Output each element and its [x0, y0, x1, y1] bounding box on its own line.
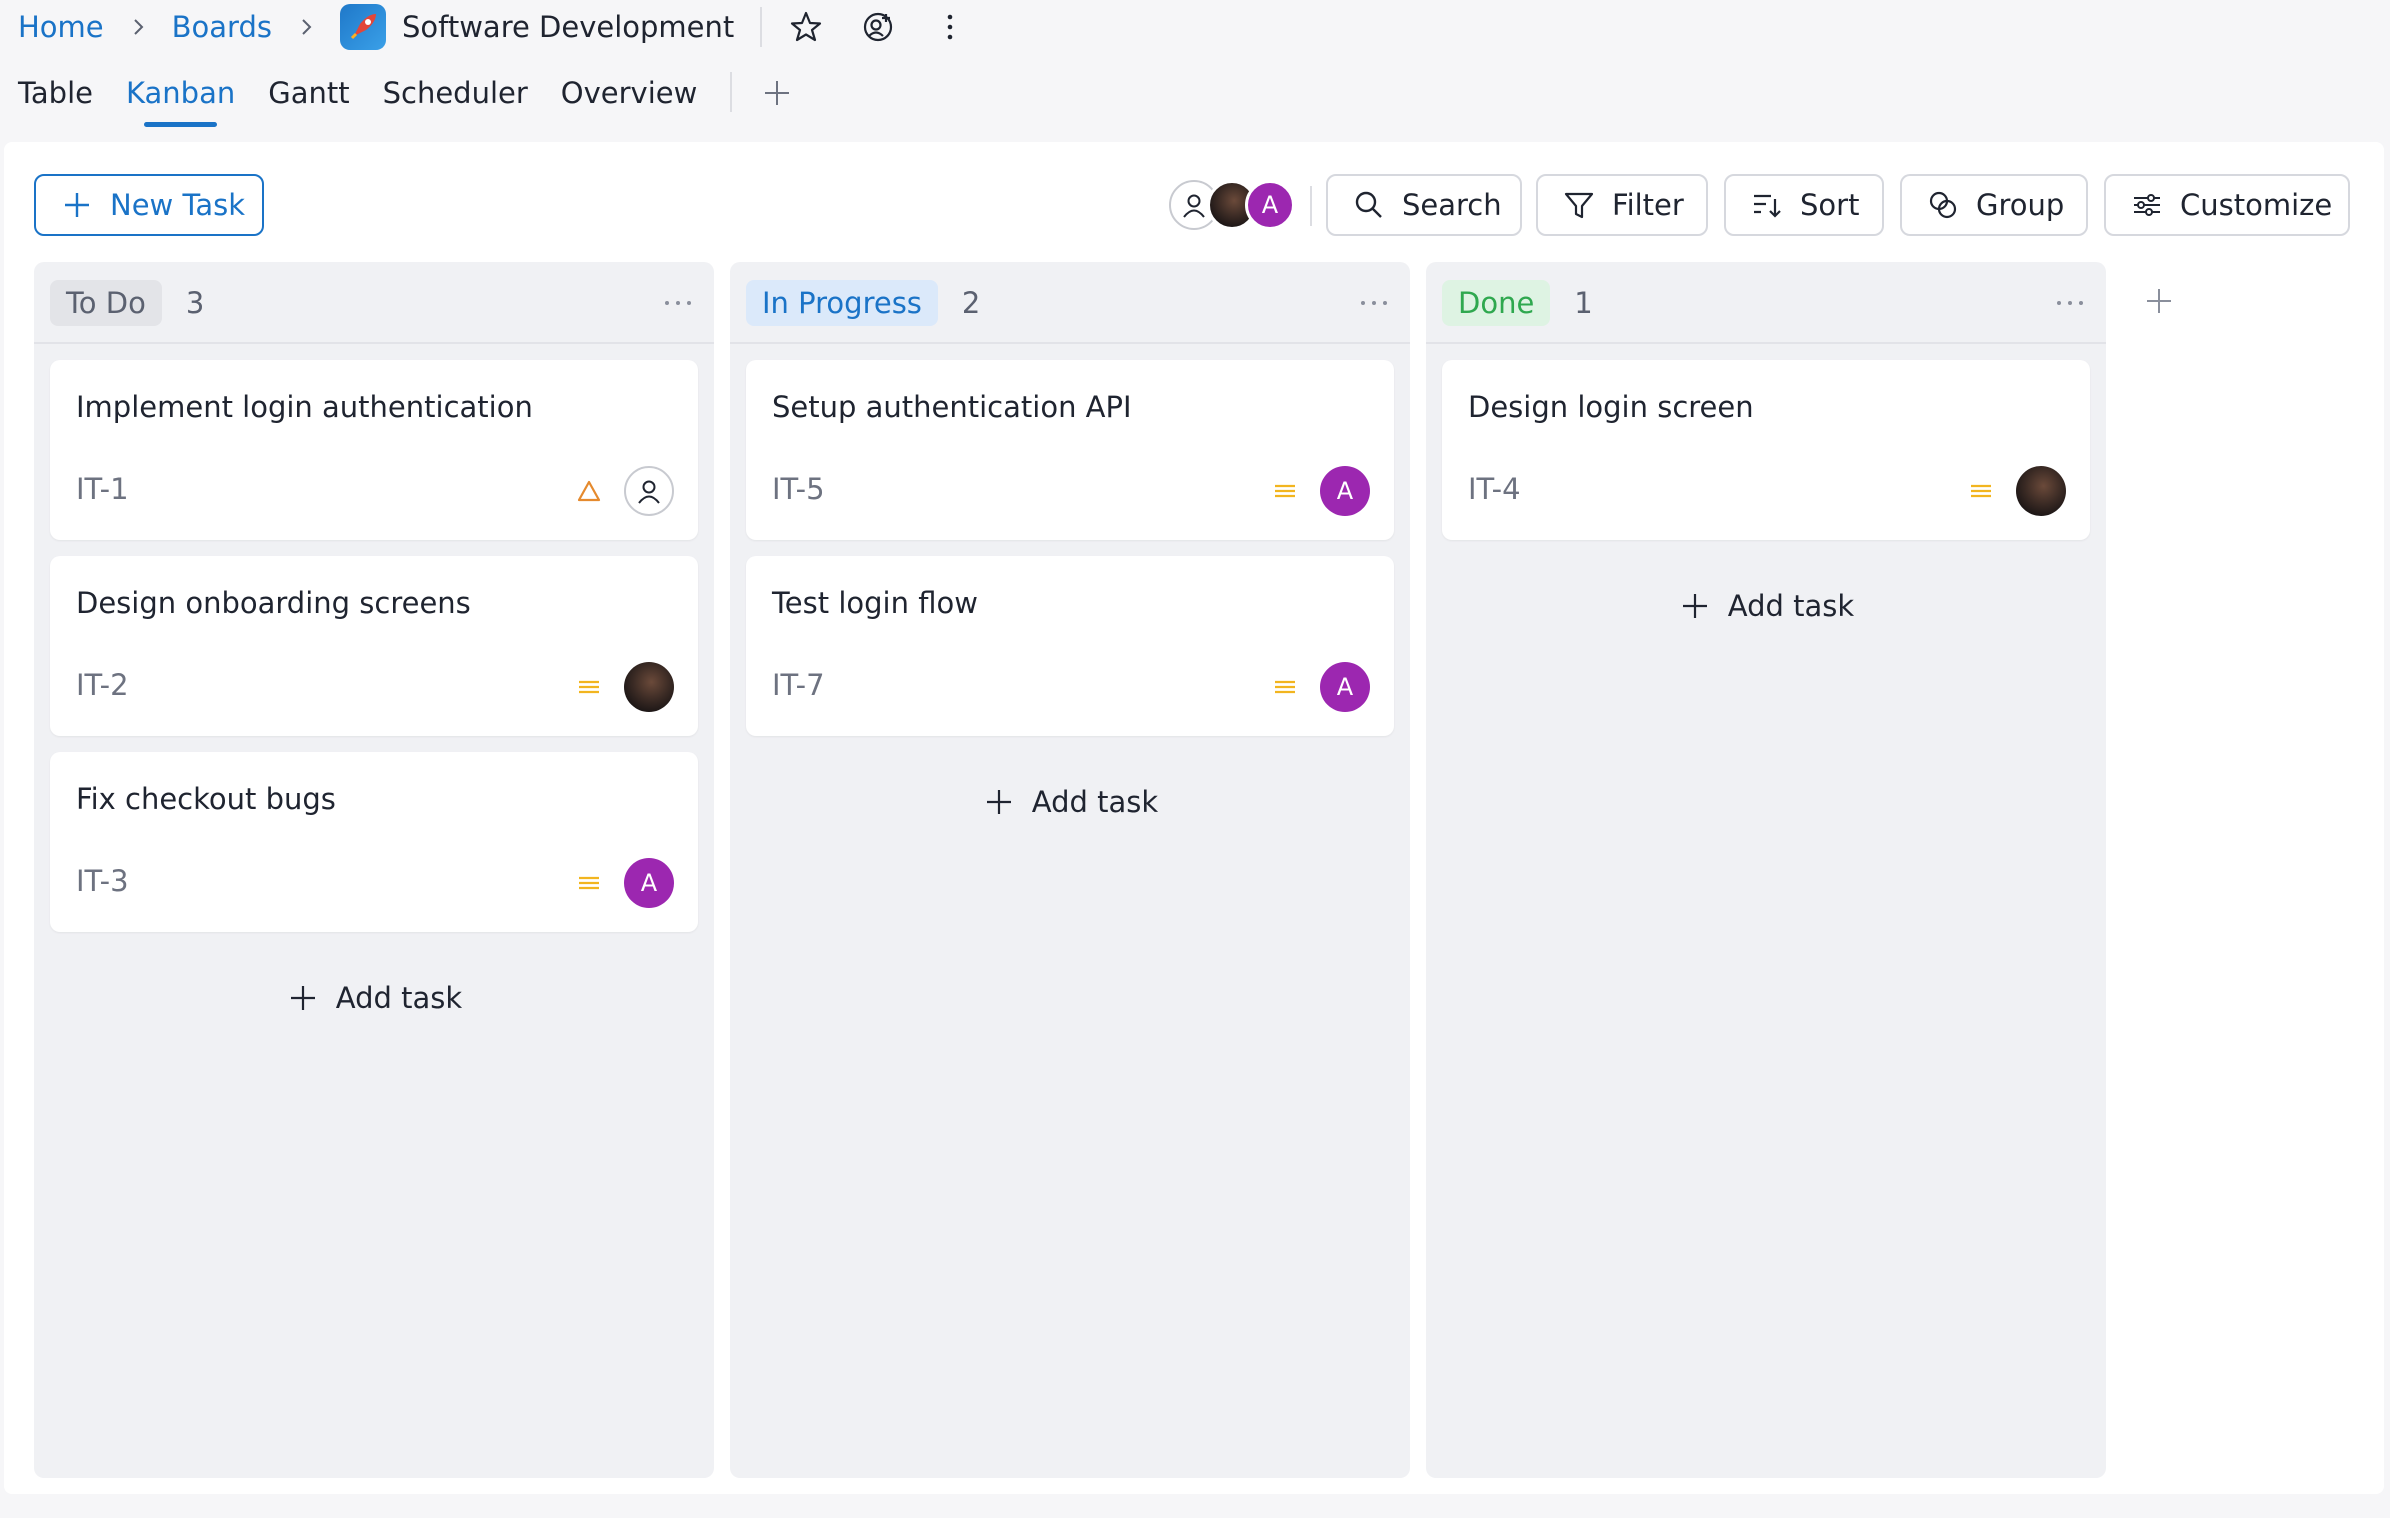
board-title: Software Development — [401, 10, 735, 44]
more-horizontal-icon[interactable] — [2050, 283, 2090, 323]
column-count: 1 — [1574, 286, 1593, 320]
sort-icon — [1750, 188, 1784, 222]
add-member-icon[interactable] — [860, 9, 896, 45]
view-tabs: Table Kanban Gantt Scheduler Overview — [18, 70, 794, 130]
avatar[interactable]: A — [1320, 466, 1370, 516]
priority-medium-icon — [572, 866, 606, 900]
add-view-icon[interactable] — [760, 76, 794, 110]
star-icon[interactable] — [788, 9, 824, 45]
chevron-right-icon — [128, 17, 148, 37]
divider — [730, 342, 1410, 344]
customize-button[interactable]: Customize — [2104, 174, 2350, 236]
task-title: Fix checkout bugs — [76, 782, 336, 816]
plus-icon — [60, 188, 94, 222]
status-badge: In Progress — [746, 280, 938, 326]
more-horizontal-icon[interactable] — [658, 283, 698, 323]
search-button[interactable]: Search — [1326, 174, 1522, 236]
tab-gantt[interactable]: Gantt — [268, 70, 349, 110]
task-card[interactable]: Design onboarding screens IT-2 — [50, 556, 698, 736]
breadcrumb-boards[interactable]: Boards — [172, 10, 272, 44]
search-label: Search — [1402, 188, 1502, 222]
tab-scheduler[interactable]: Scheduler — [383, 70, 528, 110]
new-task-button[interactable]: New Task — [34, 174, 264, 236]
task-id: IT-4 — [1468, 472, 1521, 506]
add-task-label: Add task — [335, 981, 463, 1015]
column-header: In Progress 2 — [746, 278, 1394, 328]
task-card[interactable]: Implement login authentication IT-1 — [50, 360, 698, 540]
more-horizontal-icon[interactable] — [1354, 283, 1394, 323]
divider — [1310, 186, 1312, 226]
priority-high-icon — [572, 474, 606, 508]
sliders-icon — [2130, 188, 2164, 222]
board-panel: New Task A Search Filter Sort Group Cust… — [4, 142, 2384, 1494]
tab-overview[interactable]: Overview — [561, 70, 698, 110]
tab-table[interactable]: Table — [18, 70, 93, 110]
plus-icon — [982, 785, 1016, 819]
plus-icon — [286, 981, 320, 1015]
filter-icon — [1562, 188, 1596, 222]
avatar: A — [1245, 180, 1295, 230]
add-task-label: Add task — [1727, 589, 1855, 623]
priority-medium-icon — [1268, 670, 1302, 704]
tab-kanban[interactable]: Kanban — [126, 70, 235, 127]
priority-medium-icon — [1268, 474, 1302, 508]
status-badge: To Do — [50, 280, 162, 326]
avatar[interactable] — [2016, 466, 2066, 516]
more-vertical-icon[interactable] — [932, 9, 968, 45]
task-title: Setup authentication API — [772, 390, 1132, 424]
task-id: IT-1 — [76, 472, 129, 506]
task-id: IT-3 — [76, 864, 129, 898]
add-task-button[interactable]: Add task — [34, 970, 714, 1026]
unassigned-user-icon[interactable] — [624, 466, 674, 516]
divider — [34, 342, 714, 344]
column-done: Done 1 Design login screen IT-4 Add task — [1426, 262, 2106, 1478]
column-count: 2 — [961, 286, 981, 320]
divider — [1426, 342, 2106, 344]
task-id: IT-7 — [772, 668, 825, 702]
divider — [760, 7, 763, 47]
plus-icon — [1678, 589, 1712, 623]
task-title: Design onboarding screens — [76, 586, 471, 620]
task-card[interactable]: Setup authentication API IT-5 A — [746, 360, 1394, 540]
task-id: IT-2 — [76, 668, 129, 702]
column-count: 3 — [185, 286, 205, 320]
chevron-right-icon — [296, 17, 316, 37]
task-card[interactable]: Test login flow IT-7 A — [746, 556, 1394, 736]
add-column-icon[interactable] — [2142, 284, 2176, 318]
filter-label: Filter — [1612, 188, 1684, 222]
column-in-progress: In Progress 2 Setup authentication API I… — [730, 262, 1410, 1478]
task-card[interactable]: Design login screen IT-4 — [1442, 360, 2090, 540]
sort-label: Sort — [1800, 188, 1860, 222]
group-button[interactable]: Group — [1900, 174, 2088, 236]
divider — [730, 72, 733, 112]
status-badge: Done — [1442, 280, 1551, 326]
task-card[interactable]: Fix checkout bugs IT-3 A — [50, 752, 698, 932]
column-header: To Do 3 — [50, 278, 698, 328]
search-icon — [1352, 188, 1386, 222]
group-icon — [1926, 188, 1960, 222]
rocket-icon — [339, 4, 386, 50]
add-task-button[interactable]: Add task — [730, 774, 1410, 830]
add-task-button[interactable]: Add task — [1426, 578, 2106, 634]
avatar[interactable] — [624, 662, 674, 712]
member-avatars[interactable]: A — [1169, 180, 1299, 232]
priority-medium-icon — [1964, 474, 1998, 508]
breadcrumb: Home Boards Software Development — [18, 0, 1004, 54]
task-id: IT-5 — [772, 472, 825, 506]
filter-button[interactable]: Filter — [1536, 174, 1708, 236]
group-label: Group — [1976, 188, 2065, 222]
avatar[interactable]: A — [624, 858, 674, 908]
task-title: Implement login authentication — [76, 390, 533, 424]
add-task-label: Add task — [1031, 785, 1159, 819]
task-title: Design login screen — [1468, 390, 1754, 424]
priority-medium-icon — [572, 670, 606, 704]
new-task-label: New Task — [110, 188, 246, 222]
sort-button[interactable]: Sort — [1724, 174, 1884, 236]
avatar[interactable]: A — [1320, 662, 1370, 712]
column-todo: To Do 3 Implement login authentication I… — [34, 262, 714, 1478]
task-title: Test login flow — [772, 586, 978, 620]
column-header: Done 1 — [1442, 278, 2090, 328]
breadcrumb-home[interactable]: Home — [18, 10, 104, 44]
customize-label: Customize — [2180, 188, 2333, 222]
